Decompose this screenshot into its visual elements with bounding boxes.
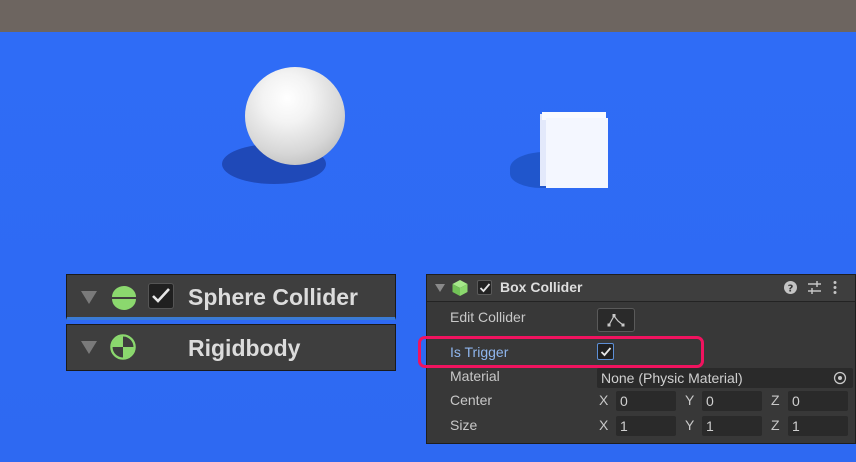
size-y-label: Y (685, 417, 695, 433)
box-collider-header[interactable]: Box Collider ? (427, 275, 855, 302)
object-picker-icon[interactable] (833, 371, 847, 385)
foldout-arrow-icon[interactable] (435, 284, 445, 292)
is-trigger-highlight (418, 336, 704, 368)
foldout-arrow-icon[interactable] (81, 341, 97, 354)
size-z-field[interactable]: 1 (788, 416, 848, 436)
center-y-label: Y (685, 392, 695, 408)
sphere-collider-header[interactable]: Sphere Collider (66, 274, 396, 320)
material-label: Material (450, 368, 500, 384)
sphere-collider-title: Sphere Collider (188, 284, 358, 310)
size-y-field[interactable]: 1 (702, 416, 762, 436)
edit-collider-label: Edit Collider (450, 309, 526, 325)
checkmark-icon (152, 288, 170, 303)
cube-object[interactable] (540, 112, 608, 188)
sphere-object[interactable] (245, 67, 345, 165)
presets-icon[interactable] (807, 280, 822, 295)
center-x-field[interactable]: 0 (616, 391, 676, 411)
box-collider-icon (452, 280, 468, 296)
material-value: None (Physic Material) (601, 370, 743, 386)
size-z-label: Z (771, 417, 780, 433)
rigidbody-header[interactable]: Rigidbody (66, 324, 396, 371)
more-icon[interactable] (831, 280, 839, 295)
rigidbody-icon (110, 334, 136, 360)
box-collider-title: Box Collider (500, 279, 583, 295)
sphere-collider-enabled-checkbox[interactable] (148, 283, 174, 309)
size-x-label: X (599, 417, 609, 433)
center-z-field[interactable]: 0 (788, 391, 848, 411)
edit-collider-icon (607, 314, 625, 327)
material-field[interactable]: None (Physic Material) (597, 368, 853, 388)
center-z-label: Z (771, 392, 780, 408)
center-x-label: X (599, 392, 609, 408)
box-collider-enabled-checkbox[interactable] (477, 280, 492, 295)
edit-collider-button[interactable] (597, 308, 635, 332)
sphere-collider-icon (111, 286, 137, 310)
checkmark-icon (479, 283, 491, 293)
size-x-field[interactable]: 1 (616, 416, 676, 436)
window-top-bar (0, 0, 856, 32)
help-icon[interactable]: ? (783, 280, 798, 295)
cube-face-front (546, 118, 608, 188)
foldout-arrow-icon[interactable] (81, 291, 97, 304)
center-y-field[interactable]: 0 (702, 391, 762, 411)
size-label: Size (450, 417, 478, 433)
rigidbody-title: Rigidbody (188, 335, 301, 361)
svg-text:?: ? (788, 284, 794, 295)
center-label: Center (450, 392, 493, 408)
